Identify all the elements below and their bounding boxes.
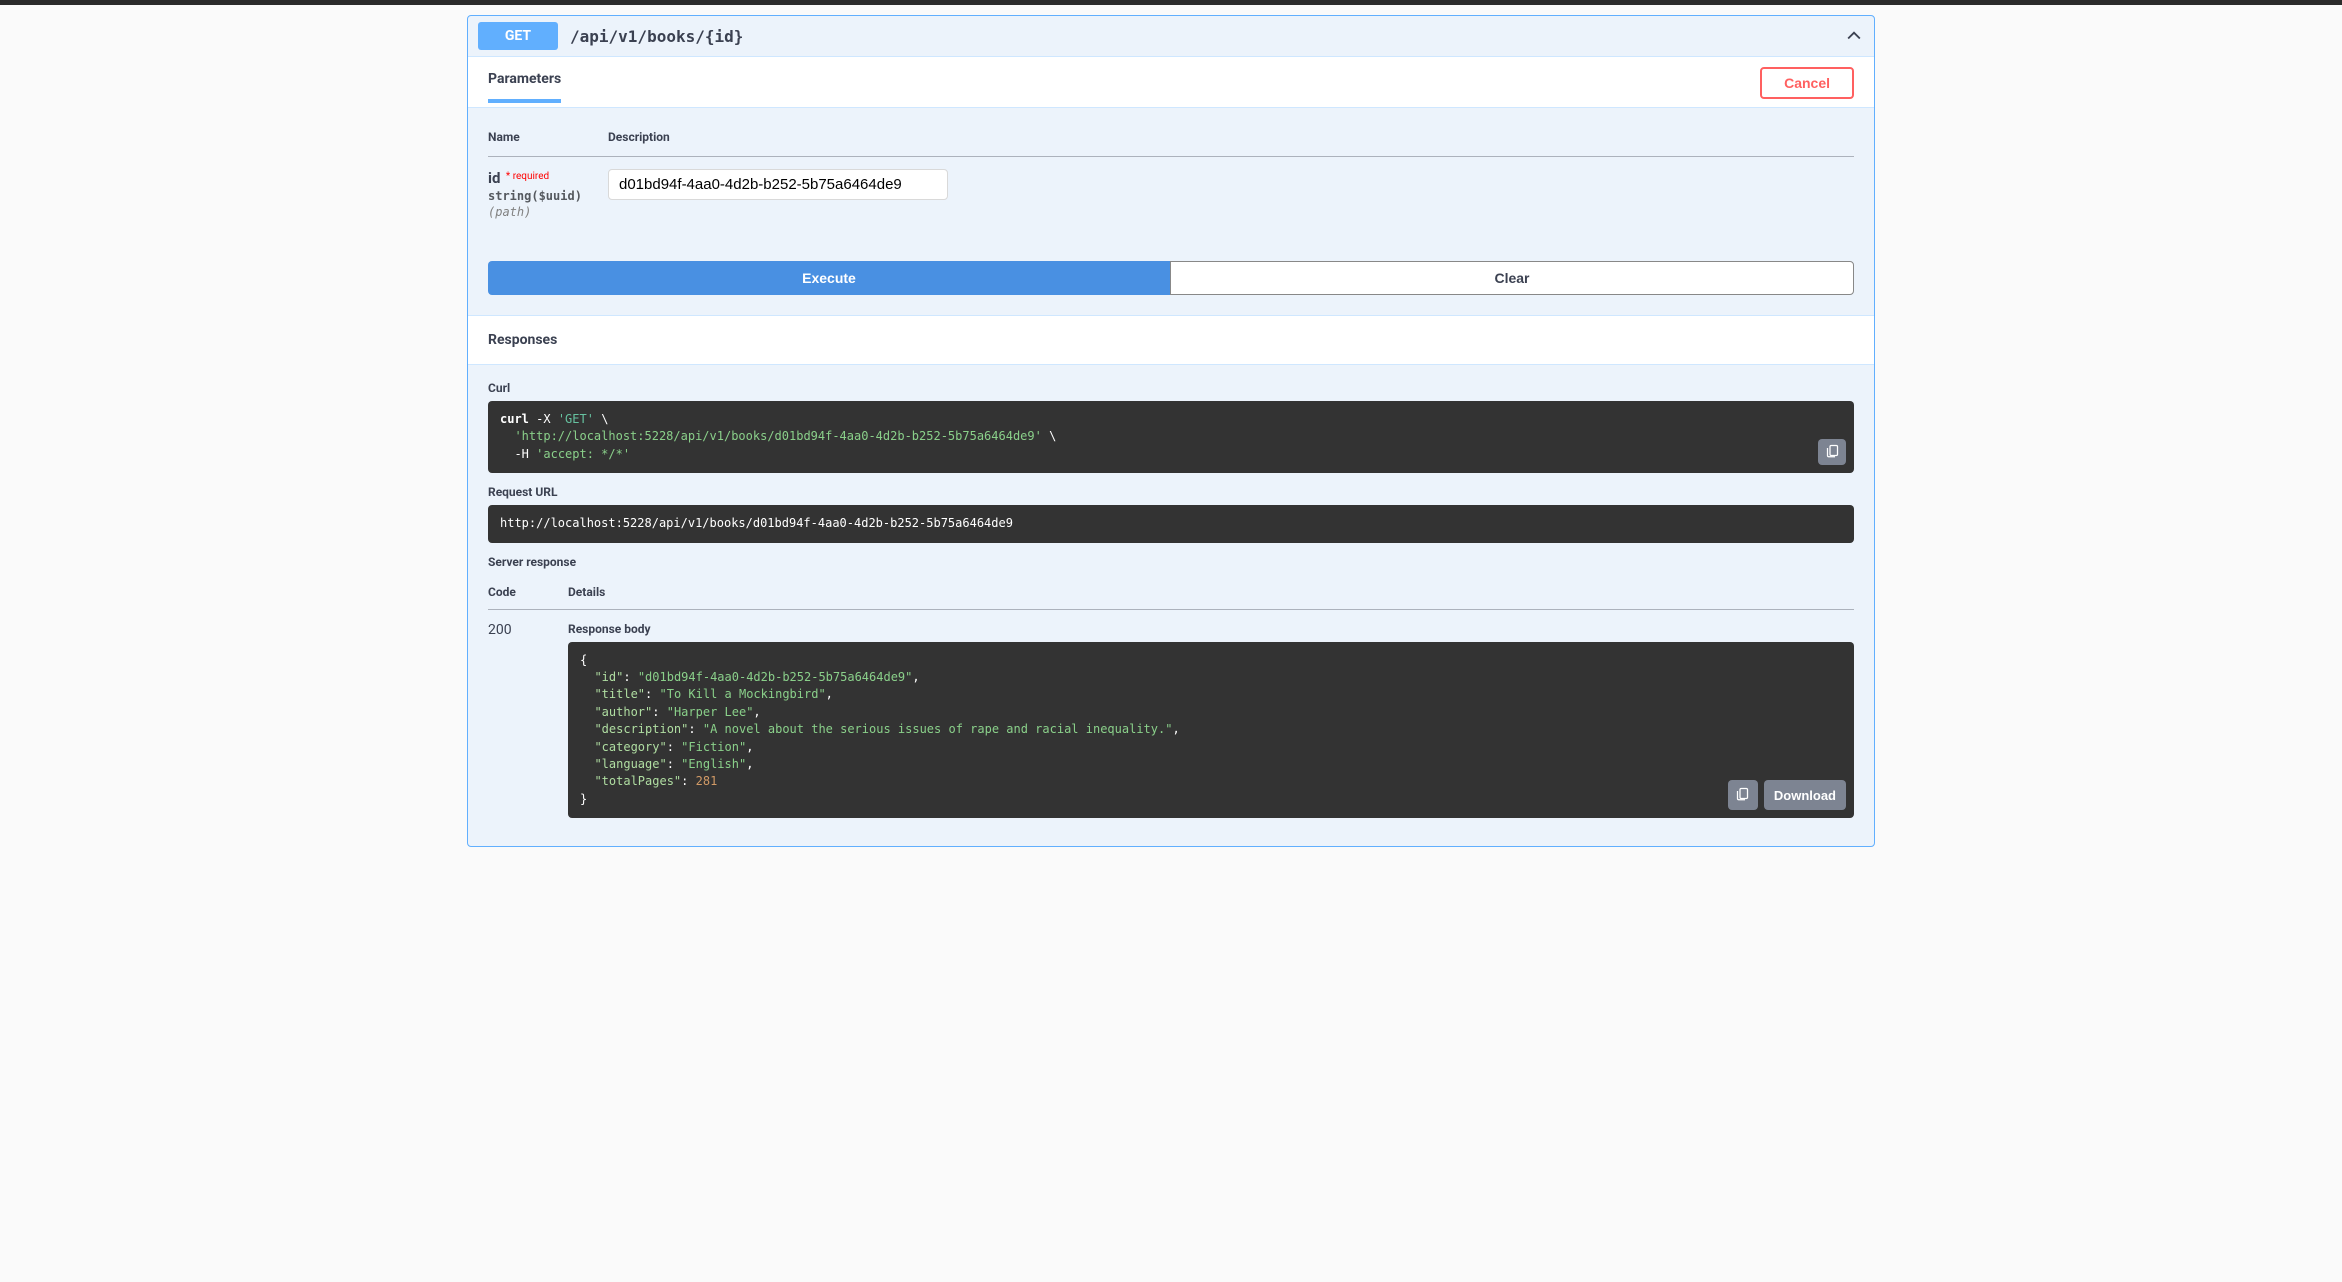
parameters-section: Name Description id * required string <box>468 108 1874 261</box>
download-button[interactable]: Download <box>1764 780 1846 810</box>
col-header-details: Details <box>568 575 1854 610</box>
param-row-id: id * required string($uuid) (path) <box>488 157 1854 232</box>
col-header-code: Code <box>488 575 568 610</box>
param-type: string($uuid) <box>488 189 608 203</box>
cancel-button[interactable]: Cancel <box>1760 67 1854 99</box>
request-url-label: Request URL <box>488 485 1854 499</box>
window-top-strip <box>0 0 2342 5</box>
tab-parameters[interactable]: Parameters <box>488 71 561 103</box>
opblock-summary[interactable]: GET /api/v1/books/{id} <box>468 16 1874 56</box>
clipboard-icon <box>1825 443 1840 461</box>
clipboard-icon <box>1735 786 1750 804</box>
responses-header: Responses <box>468 315 1874 365</box>
response-body-label: Response body <box>568 622 1854 636</box>
response-body-actions: Download <box>1728 780 1846 810</box>
parameters-table: Name Description id * required string <box>488 118 1854 231</box>
curl-url: 'http://localhost:5228/api/v1/books/d01b… <box>514 429 1041 443</box>
rb-language: "English" <box>681 757 746 771</box>
server-response-label: Server response <box>488 555 1854 569</box>
curl-opt-h: -H <box>514 447 528 461</box>
rb-title: "To Kill a Mockingbird" <box>660 687 826 701</box>
curl-method: 'GET' <box>558 412 594 426</box>
endpoint-path: /api/v1/books/{id} <box>570 27 1844 46</box>
rb-totalpages: 281 <box>696 774 718 788</box>
curl-cmd: curl <box>500 412 529 426</box>
rb-author: "Harper Lee" <box>667 705 754 719</box>
param-name: id <box>488 169 500 187</box>
execute-row: Execute Clear <box>468 261 1874 315</box>
response-body-block: { "id": "d01bd94f-4aa0-4d2b-b252-5b75a64… <box>568 642 1854 819</box>
opblock-get-book-by-id: GET /api/v1/books/{id} Parameters Cancel… <box>467 15 1875 847</box>
response-status-code: 200 <box>488 609 568 830</box>
curl-bs1: \ <box>601 412 608 426</box>
request-url-block: http://localhost:5228/api/v1/books/d01bd… <box>488 505 1854 542</box>
rb-description: "A novel about the serious issues of rap… <box>703 722 1173 736</box>
curl-opt-x: -X <box>536 412 550 426</box>
curl-header: 'accept: */*' <box>536 447 630 461</box>
param-required-marker: * required <box>504 171 549 182</box>
swagger-page: GET /api/v1/books/{id} Parameters Cancel… <box>463 15 1879 847</box>
chevron-up-icon[interactable] <box>1844 26 1864 46</box>
param-id-input[interactable] <box>608 169 948 200</box>
curl-bs2: \ <box>1049 429 1056 443</box>
live-response-section: Curl curl -X 'GET' \ 'http://localhost:5… <box>468 365 1874 846</box>
request-url-value: http://localhost:5228/api/v1/books/d01bd… <box>500 516 1013 530</box>
curl-label: Curl <box>488 381 1854 395</box>
copy-curl-button[interactable] <box>1818 439 1846 465</box>
col-header-description: Description <box>608 118 1854 157</box>
col-header-name: Name <box>488 118 608 157</box>
parameters-tab-header: Parameters Cancel <box>468 56 1874 108</box>
http-method-badge: GET <box>478 22 558 50</box>
rb-category: "Fiction" <box>681 740 746 754</box>
clear-button[interactable]: Clear <box>1170 261 1854 295</box>
response-table: Code Details 200 Response body { "id": "… <box>488 575 1854 831</box>
curl-block: curl -X 'GET' \ 'http://localhost:5228/a… <box>488 401 1854 473</box>
response-row: 200 Response body { "id": "d01bd94f-4aa0… <box>488 609 1854 830</box>
copy-response-button[interactable] <box>1728 780 1758 810</box>
execute-button[interactable]: Execute <box>488 261 1170 295</box>
opblock-body: Parameters Cancel Name Description <box>468 56 1874 846</box>
rb-id: "d01bd94f-4aa0-4d2b-b252-5b75a6464de9" <box>638 670 913 684</box>
param-in: (path) <box>488 205 608 219</box>
